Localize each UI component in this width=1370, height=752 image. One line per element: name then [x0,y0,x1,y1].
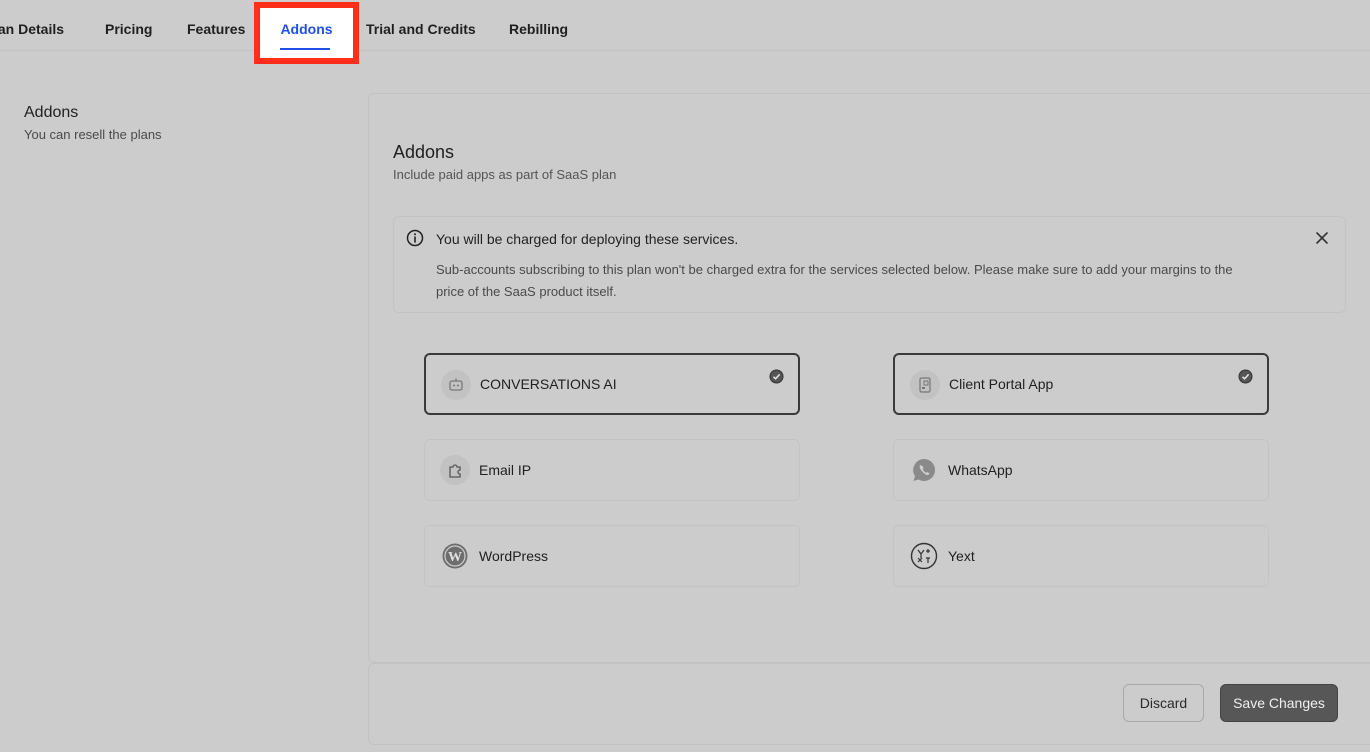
check-circle-icon [1238,369,1253,384]
tab-pricing[interactable]: Pricing [105,0,152,51]
tab-rebilling[interactable]: Rebilling [509,0,568,51]
addon-label: WordPress [479,548,548,564]
check-circle-icon [769,369,784,384]
discard-button[interactable]: Discard [1123,684,1204,722]
tab-plan-details[interactable]: lan Details [0,0,64,51]
tab-addons[interactable]: Addons [260,8,353,58]
wordpress-icon: W [440,541,470,571]
addon-conversations-ai[interactable]: CONVERSATIONS AI [424,353,800,415]
addon-label: Email IP [479,462,532,478]
close-icon[interactable] [1314,230,1330,246]
alert-body: Sub-accounts subscribing to this plan wo… [436,262,1233,299]
puzzle-icon [440,455,470,485]
card-subtitle: Include paid apps as part of SaaS plan [393,167,617,182]
robot-icon [441,370,471,400]
card-title: Addons [393,142,455,162]
tab-trial-and-credits[interactable]: Trial and Credits [366,0,476,51]
tab-features[interactable]: Features [187,0,245,51]
addon-email-ip[interactable]: Email IP [424,439,800,501]
whatsapp-icon [909,455,939,485]
active-tab-underline [280,48,330,50]
section-subtitle: You can resell the plans [24,127,162,142]
addon-label: CONVERSATIONS AI [480,376,617,392]
addon-label: Yext [948,548,975,564]
addon-label: WhatsApp [948,462,1013,478]
yext-icon [909,541,939,571]
section-title: Addons [24,104,79,121]
addon-whatsapp[interactable]: WhatsApp [893,439,1269,501]
addon-yext[interactable]: Yext [893,525,1269,587]
addon-wordpress[interactable]: W WordPress [424,525,800,587]
save-changes-button[interactable]: Save Changes [1220,684,1338,722]
alert-title: You will be charged for deploying these … [436,231,739,247]
svg-text:W: W [448,550,462,565]
info-icon [406,229,424,247]
tab-bar: lan Details Pricing Features Addons Tria… [0,0,1370,64]
addon-label: Client Portal App [949,376,1054,392]
mobile-qr-icon [910,370,940,400]
addon-client-portal-app[interactable]: Client Portal App [893,353,1269,415]
